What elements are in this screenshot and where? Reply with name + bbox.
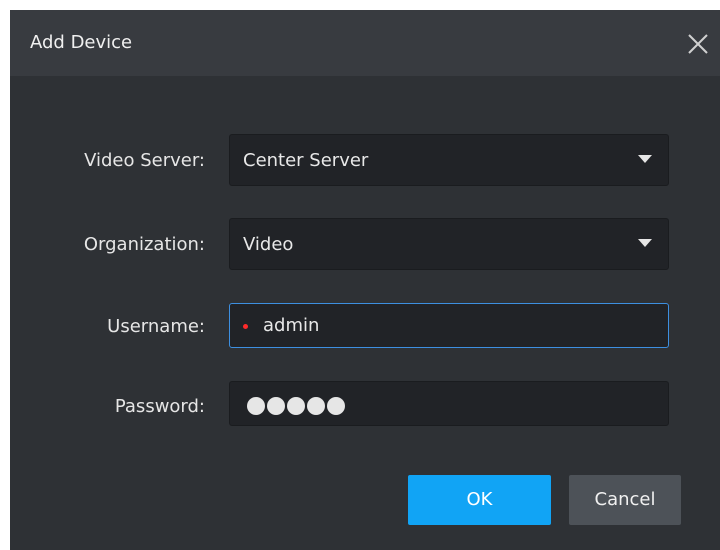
video-server-value: Center Server — [243, 150, 369, 171]
username-label: Username: — [107, 316, 205, 337]
username-value: admin — [263, 315, 320, 336]
video-server-label: Video Server: — [84, 150, 205, 171]
password-dot — [267, 397, 285, 415]
video-server-select[interactable]: Center Server — [229, 134, 669, 186]
password-dot — [247, 397, 265, 415]
password-mask — [247, 397, 345, 415]
password-dot — [307, 397, 325, 415]
chevron-down-icon — [638, 155, 652, 163]
required-indicator — [243, 324, 248, 329]
password-dot — [287, 397, 305, 415]
dialog-title: Add Device — [30, 32, 133, 53]
dialog-titlebar: Add Device — [10, 10, 720, 76]
password-input[interactable] — [229, 381, 669, 426]
password-dot — [327, 397, 345, 415]
password-label: Password: — [114, 396, 205, 417]
organization-value: Video — [243, 234, 294, 255]
username-input[interactable]: admin — [229, 303, 669, 348]
add-device-dialog: Add Device Video Server: Center Server O… — [10, 10, 720, 550]
close-icon — [688, 34, 708, 54]
organization-select[interactable]: Video — [229, 218, 669, 270]
chevron-down-icon — [638, 239, 652, 247]
cancel-button[interactable]: Cancel — [569, 475, 681, 525]
ok-button[interactable]: OK — [408, 475, 551, 525]
organization-label: Organization: — [83, 234, 205, 255]
close-button[interactable] — [680, 26, 716, 62]
